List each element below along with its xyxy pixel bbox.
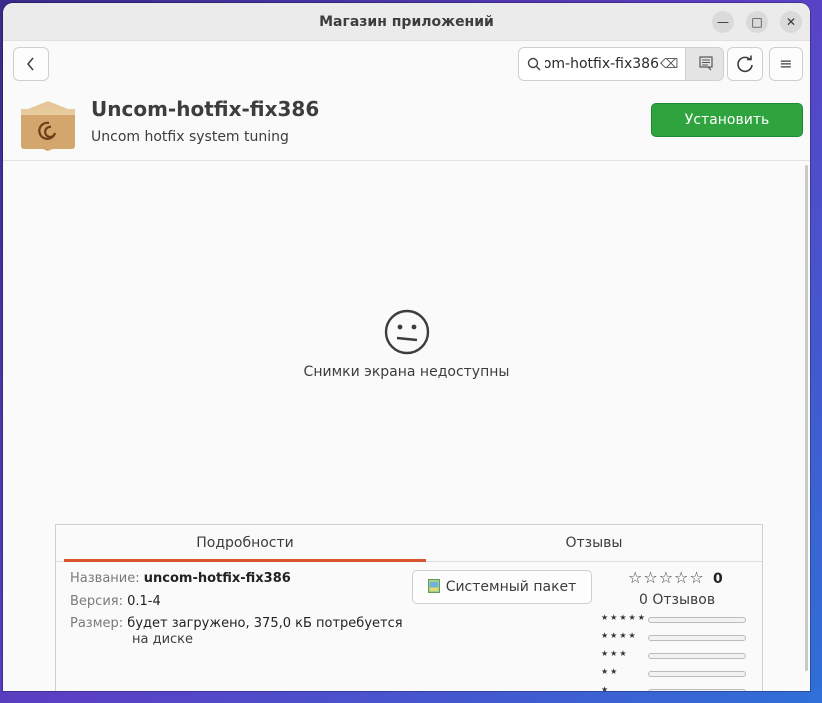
detail-name-row: Название: uncom-hotfix-fix386: [70, 571, 291, 586]
title-bar: Магазин приложений — □ ✕: [3, 3, 810, 41]
no-screenshots: Снимки экрана недоступны: [3, 309, 810, 380]
tab-reviews[interactable]: Отзывы: [426, 525, 762, 562]
histogram-row-4: ★★★★: [601, 631, 751, 645]
tab-details[interactable]: Подробности: [64, 525, 426, 562]
clear-icon[interactable]: ⌫: [660, 57, 678, 72]
minimize-icon: —: [717, 15, 729, 29]
minimize-button[interactable]: —: [712, 11, 734, 33]
scrollbar[interactable]: [805, 165, 808, 671]
detail-version-label: Версия:: [70, 594, 123, 609]
app-header: Uncom-hotfix-fix386 Uncom hotfix system …: [3, 91, 810, 161]
search-mode-icon: [698, 56, 713, 71]
active-tab-indicator: [64, 559, 426, 562]
detail-version-value: 0.1-4: [127, 594, 161, 609]
app-window: Магазин приложений — □ ✕ uncom-hotfix-fi…: [3, 3, 810, 691]
histogram-stars: ★★: [601, 667, 620, 676]
histogram-bar: [648, 617, 746, 623]
details-content: Снимки экрана недоступны Подробности Отз…: [3, 161, 810, 691]
app-name: Uncom-hotfix-fix386: [91, 97, 320, 121]
search-field[interactable]: uncom-hotfix-fix386 ⌫: [518, 47, 724, 81]
histogram-stars: ★: [601, 685, 611, 691]
detail-name-value: uncom-hotfix-fix386: [143, 571, 291, 586]
histogram-stars: ★★★★: [601, 631, 638, 640]
system-package-label: Системный пакет: [445, 579, 577, 595]
histogram-row-5: ★★★★★: [601, 613, 751, 627]
sad-face-icon: [384, 309, 429, 355]
histogram-row-3: ★★★: [601, 649, 751, 663]
close-button[interactable]: ✕: [780, 11, 802, 33]
close-icon: ✕: [785, 15, 797, 29]
toolbar: uncom-hotfix-fix386 ⌫ ≡: [3, 41, 810, 91]
search-mode-button[interactable]: [685, 48, 723, 80]
reload-button[interactable]: [727, 47, 763, 81]
details-panel: Подробности Отзывы Название: uncom-hotfi…: [55, 524, 763, 691]
histogram-stars: ★★★★★: [601, 613, 647, 622]
histogram-bar: [648, 653, 746, 659]
system-package-button[interactable]: Системный пакет: [412, 570, 592, 604]
debian-package-icon: [21, 101, 75, 151]
detail-size-label: Размер:: [70, 616, 124, 631]
histogram-bar: [648, 671, 746, 677]
detail-version-row: Версия: 0.1-4: [70, 594, 161, 609]
histogram-bar: [648, 635, 746, 641]
reload-icon: [737, 55, 753, 73]
install-button[interactable]: Установить: [651, 103, 803, 137]
no-screenshots-text: Снимки экрана недоступны: [303, 364, 510, 380]
menu-button[interactable]: ≡: [769, 47, 803, 81]
app-summary: Uncom hotfix system tuning: [91, 129, 289, 145]
detail-size-row: Размер: будет загружено, 375,0 кБ потреб…: [70, 616, 403, 631]
histogram-stars: ★★★: [601, 649, 629, 658]
histogram-row-2: ★★: [601, 667, 751, 681]
maximize-icon: □: [751, 15, 763, 29]
search-input[interactable]: uncom-hotfix-fix386: [545, 48, 659, 80]
window-title: Магазин приложений: [319, 14, 494, 30]
histogram-row-1: ★: [601, 685, 751, 691]
tab-bar: Подробности Отзывы: [56, 525, 762, 562]
reviews-count: 0 Отзывов: [639, 592, 716, 608]
detail-size-value: будет загружено, 375,0 кБ потребуется: [127, 616, 403, 631]
histogram-bar: [648, 689, 746, 691]
detail-name-label: Название:: [70, 571, 140, 586]
rating-stars: ☆☆☆☆☆: [628, 568, 705, 587]
search-icon: [527, 57, 541, 71]
maximize-button[interactable]: □: [746, 11, 768, 33]
rating-count: 0: [713, 571, 723, 587]
detail-size-value-cont: на диске: [132, 632, 194, 647]
system-package-icon: [427, 579, 440, 593]
back-button[interactable]: [13, 47, 49, 81]
menu-icon: ≡: [779, 54, 793, 73]
back-icon: [27, 57, 34, 71]
